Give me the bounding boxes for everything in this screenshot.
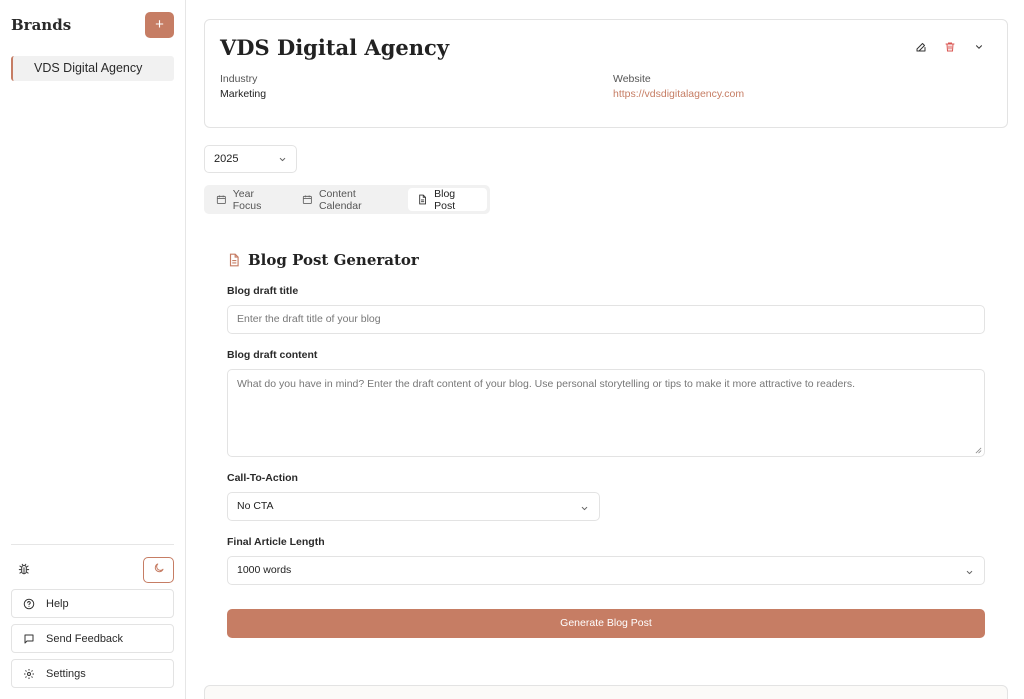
- help-circle-icon: [23, 598, 35, 609]
- draft-title-label: Blog draft title: [227, 285, 299, 297]
- sidebar-title: Brands: [11, 16, 72, 34]
- website-link[interactable]: https://vdsdigitalagency.com: [613, 88, 744, 100]
- industry-value: Marketing: [220, 88, 267, 100]
- tab-label: Year Focus: [232, 187, 262, 212]
- gear-icon: [24, 668, 34, 679]
- sidebar-header: Brands +: [11, 12, 174, 38]
- industry-label: Industry: [220, 73, 258, 85]
- website-label: Website: [613, 73, 651, 85]
- cta-select[interactable]: No CTA: [227, 492, 600, 521]
- brand-title: VDS Digital Agency: [220, 35, 450, 60]
- settings-label: Settings: [46, 667, 86, 680]
- moon-icon: [153, 561, 165, 579]
- draft-content-placeholder: What do you have in mind? Enter the draf…: [237, 378, 856, 390]
- bug-icon[interactable]: [17, 562, 31, 576]
- brand-card: VDS Digital Agency Industry Marketing We…: [204, 19, 1008, 128]
- cta-value: No CTA: [237, 500, 274, 512]
- calendar-icon: [303, 195, 313, 204]
- sidebar-divider: [11, 544, 174, 545]
- results-card: [204, 685, 1008, 699]
- tab-content-calendar[interactable]: Content Calendar: [293, 187, 408, 212]
- send-feedback-button[interactable]: Send Feedback: [11, 624, 174, 653]
- tab-label: Blog Post: [434, 187, 456, 212]
- help-label: Help: [46, 597, 69, 610]
- tab-blog-post[interactable]: Blog Post: [408, 187, 487, 212]
- send-feedback-label: Send Feedback: [46, 632, 124, 645]
- length-select[interactable]: 1000 words: [227, 556, 985, 585]
- length-label: Final Article Length: [227, 536, 325, 548]
- edit-icon[interactable]: [913, 39, 929, 55]
- settings-button[interactable]: Settings: [11, 659, 174, 688]
- tab-year-focus[interactable]: Year Focus: [207, 187, 293, 212]
- chevron-down-icon[interactable]: [971, 39, 987, 55]
- sidebar-item-brand[interactable]: VDS Digital Agency: [11, 56, 174, 81]
- generate-blog-post-button[interactable]: Generate Blog Post: [227, 609, 985, 638]
- document-icon: [229, 253, 239, 267]
- brand-actions: [913, 39, 987, 55]
- theme-toggle-button[interactable]: [143, 557, 174, 583]
- length-value: 1000 words: [237, 564, 292, 576]
- draft-title-input[interactable]: Enter the draft title of your blog: [227, 305, 985, 334]
- generator-title: Blog Post Generator: [227, 251, 419, 269]
- draft-content-label: Blog draft content: [227, 349, 318, 361]
- trash-icon[interactable]: [942, 39, 958, 55]
- generator-title-text: Blog Post Generator: [248, 251, 419, 269]
- chevron-down-icon: [581, 506, 588, 511]
- help-button[interactable]: Help: [11, 589, 174, 618]
- add-brand-button[interactable]: +: [145, 12, 174, 38]
- chevron-down-icon: [279, 157, 286, 162]
- tab-label: Content Calendar: [318, 187, 362, 212]
- resize-handle-icon[interactable]: [975, 447, 982, 454]
- draft-title-placeholder: Enter the draft title of your blog: [237, 313, 381, 325]
- year-value: 2025: [214, 153, 239, 165]
- tab-bar: Year Focus Content Calendar Blog Post: [204, 185, 490, 214]
- draft-content-textarea[interactable]: What do you have in mind? Enter the draf…: [227, 369, 985, 457]
- cta-label: Call-To-Action: [227, 472, 298, 484]
- document-icon: [419, 194, 427, 205]
- year-select[interactable]: 2025: [204, 145, 297, 173]
- calendar-icon: [216, 195, 226, 204]
- chevron-down-icon: [966, 570, 973, 575]
- sidebar: Brands + VDS Digital Agency Help Send Fe…: [0, 0, 186, 699]
- message-icon: [24, 634, 34, 643]
